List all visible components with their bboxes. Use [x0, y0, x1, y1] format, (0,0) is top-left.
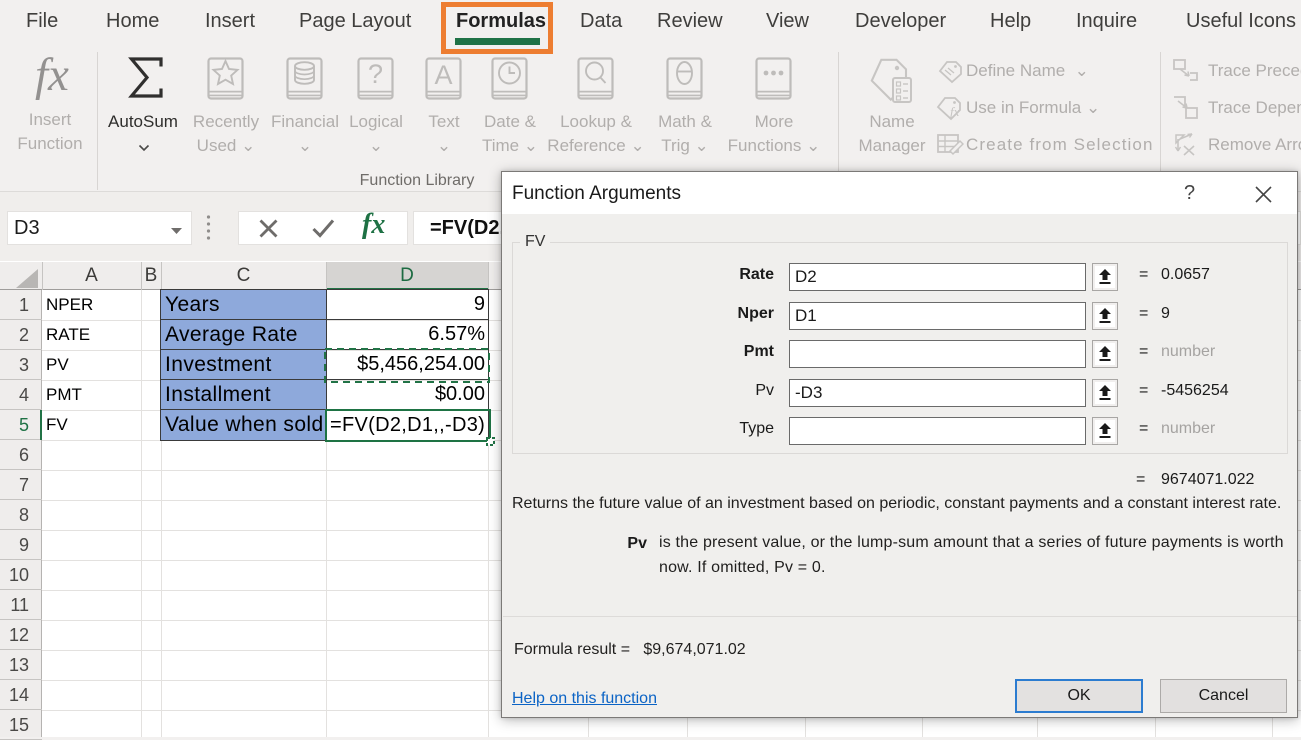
svg-text:?: ? [368, 59, 383, 89]
svg-text:fx: fx [950, 104, 960, 119]
svg-text:A: A [434, 60, 452, 90]
